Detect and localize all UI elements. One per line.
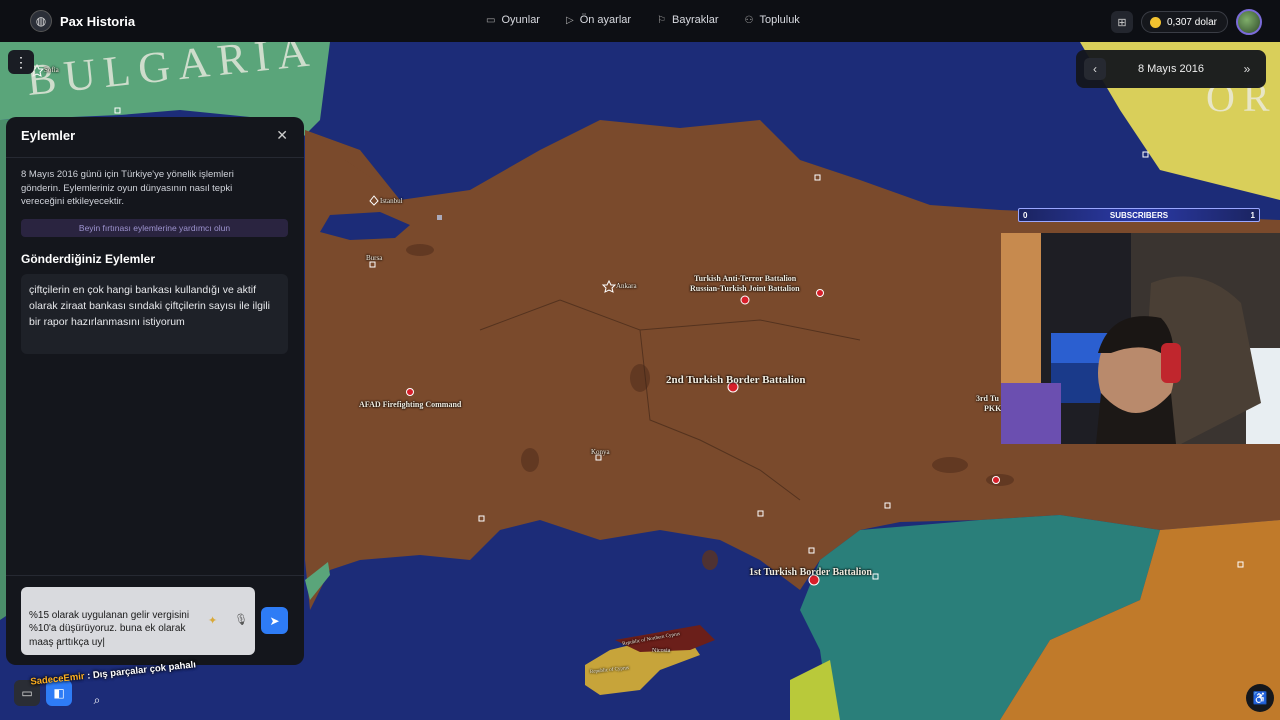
flag-icon: ⚐ bbox=[657, 14, 667, 26]
nav-item-games[interactable]: ▭ Oyunlar bbox=[486, 14, 540, 26]
current-date: 8 Mayıs 2016 bbox=[1137, 63, 1205, 75]
actions-panel: Eylemler ✕ 8 Mayıs 2016 günü için Türkiy… bbox=[6, 117, 304, 665]
search-icon: ⌕ bbox=[93, 692, 101, 707]
avatar[interactable] bbox=[1236, 9, 1262, 35]
chevron-left-icon: ‹ bbox=[1093, 62, 1097, 76]
text-cursor-icon: I bbox=[56, 640, 60, 652]
divider bbox=[6, 575, 304, 576]
nav-item-label: Oyunlar bbox=[501, 14, 540, 26]
main-nav: ▭ Oyunlar ▷ Ön ayarlar ⚐ Bayraklar ⚇ Top… bbox=[486, 14, 800, 26]
play-icon: ▷ bbox=[565, 14, 574, 26]
city-label-sofia[interactable]: Sofia bbox=[44, 66, 59, 74]
chat-icon: ▭ bbox=[21, 686, 33, 700]
nav-item-presets[interactable]: ▷ Ön ayarlar bbox=[566, 14, 631, 26]
accessibility-icon: ♿ bbox=[1252, 691, 1268, 705]
unit-label-3rd[interactable]: 3rd Tu bbox=[976, 394, 999, 403]
balance-pill[interactable]: 0,307 dolar bbox=[1140, 11, 1228, 33]
accessibility-button[interactable]: ♿ bbox=[1246, 684, 1274, 712]
nav-item-flags[interactable]: ⚐ Bayraklar bbox=[657, 14, 718, 26]
subscribers-label: SUBSCRIBERS bbox=[1109, 210, 1169, 220]
advance-date-button[interactable]: » bbox=[1236, 58, 1258, 80]
compose-text: %15 olarak uygulanan gelir vergisini %10… bbox=[29, 609, 190, 648]
nav-item-label: Topluluk bbox=[759, 14, 800, 26]
panel-title: Eylemler bbox=[21, 128, 76, 143]
city-label-nicosia[interactable]: Nicosia bbox=[652, 648, 670, 654]
microphone-icon[interactable]: 🎙 bbox=[234, 613, 248, 626]
city-label-konya[interactable]: Konya bbox=[591, 448, 610, 456]
nav-item-label: Ön ayarlar bbox=[579, 14, 632, 26]
send-button[interactable]: ➤ bbox=[261, 607, 288, 634]
sent-actions-title: Gönderdiğiniz Eylemler bbox=[21, 252, 156, 266]
close-icon[interactable]: ✕ bbox=[276, 127, 288, 144]
search-button[interactable]: ⌕ bbox=[86, 689, 108, 711]
unit-label-anti-terror[interactable]: Turkish Anti-Terror Battalion bbox=[694, 274, 796, 283]
unit-label-afad[interactable]: AFAD Firefighting Command bbox=[359, 400, 461, 409]
subscribers-goal-bar: 0 SUBSCRIBERS 1 bbox=[1018, 208, 1260, 222]
panel-description: 8 Mayıs 2016 günü için Türkiye'ye yöneli… bbox=[21, 169, 234, 207]
subscribers-start: 0 bbox=[1023, 210, 1028, 220]
subscribers-goal: 1 bbox=[1250, 210, 1255, 220]
brand-name: Pax Historia bbox=[60, 13, 136, 29]
previous-date-button[interactable]: ‹ bbox=[1084, 58, 1106, 80]
globe-logo-icon: ◍ bbox=[30, 10, 52, 32]
unit-label-2nd-border[interactable]: 2nd Turkish Border Battalion bbox=[666, 374, 805, 386]
top-navigation-bar: ◍ Pax Historia ▭ Oyunlar ▷ Ön ayarlar ⚐ … bbox=[0, 0, 1280, 42]
send-icon: ➤ bbox=[269, 613, 280, 628]
city-label-istanbul[interactable]: Istanbul bbox=[380, 197, 403, 205]
vertical-dots-icon: ⋮ bbox=[14, 53, 28, 70]
nav-item-label: Bayraklar bbox=[672, 14, 719, 26]
unit-label-pkk[interactable]: PKK bbox=[984, 404, 1001, 413]
nav-item-community[interactable]: ⚇ Topluluk bbox=[744, 14, 799, 26]
date-widget: ‹ 8 Mayıs 2016 » bbox=[1076, 50, 1266, 88]
city-label-bursa[interactable]: Bursa bbox=[366, 254, 382, 262]
sparkle-icon[interactable]: ✦ bbox=[208, 614, 217, 627]
gift-icon[interactable]: ⊞ bbox=[1110, 11, 1133, 33]
people-icon: ⚇ bbox=[744, 14, 754, 26]
unit-label-1st-border[interactable]: 1st Turkish Border Battalion bbox=[749, 567, 872, 578]
coin-icon bbox=[1149, 16, 1161, 28]
double-chevron-right-icon: » bbox=[1243, 62, 1251, 76]
unit-label-joint-battalion[interactable]: Russian-Turkish Joint Battalion bbox=[690, 284, 800, 293]
balance-value: 0,307 dolar bbox=[1166, 16, 1217, 28]
layers-icon: ◧ bbox=[53, 686, 65, 700]
sent-action-card[interactable]: çiftçilerin en çok hangi bankası kulland… bbox=[21, 274, 288, 354]
brand[interactable]: ◍ Pax Historia bbox=[30, 10, 135, 32]
more-menu-button[interactable]: ⋮ bbox=[8, 50, 34, 74]
brainstorm-button[interactable]: Beyin fırtınası eylemlerine yardımcı olu… bbox=[21, 219, 288, 237]
top-right-controls: ⊞ 0,307 dolar bbox=[1110, 9, 1262, 35]
gamepad-icon: ▭ bbox=[486, 14, 496, 26]
city-label-ankara[interactable]: Ankara bbox=[616, 282, 637, 290]
divider bbox=[6, 157, 304, 158]
webcam-overlay bbox=[1001, 233, 1280, 444]
